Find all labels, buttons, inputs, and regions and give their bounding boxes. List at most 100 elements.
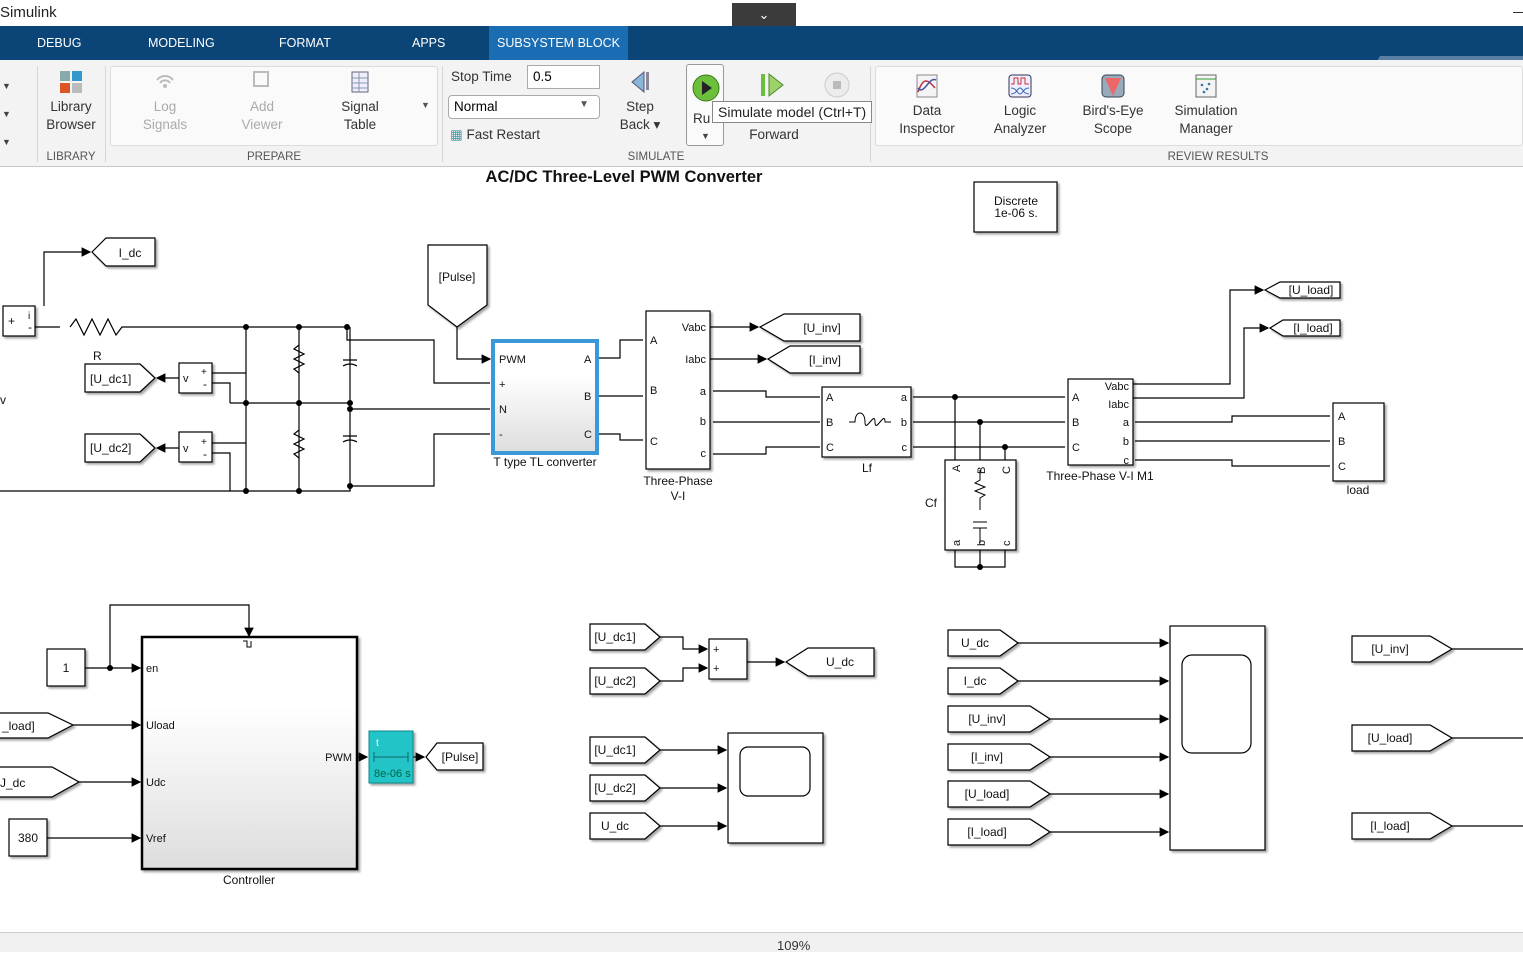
gallery-expand-arrow[interactable]: ▼ bbox=[421, 100, 430, 110]
diagram-label: B bbox=[1072, 417, 1079, 429]
tab-apps[interactable]: APPS bbox=[404, 26, 453, 60]
diagram-label: C bbox=[584, 429, 592, 441]
chevron-down-icon[interactable]: ⌄ bbox=[732, 3, 796, 27]
diagram-label: B bbox=[976, 467, 988, 474]
diagram-label: a bbox=[901, 392, 908, 404]
chevron-down-icon: ▼ bbox=[579, 99, 589, 110]
fast-restart-button[interactable]: ▦ Fast Restart bbox=[450, 127, 540, 143]
diagram-label: Cf bbox=[925, 496, 938, 510]
diagram-label: C bbox=[1072, 442, 1080, 454]
diagram-label: [I_inv] bbox=[809, 353, 841, 367]
diagram-label: [U_inv] bbox=[803, 321, 840, 335]
diagram-label: C bbox=[1338, 461, 1346, 473]
tab-format[interactable]: FORMAT bbox=[271, 26, 339, 60]
lf-block bbox=[821, 386, 912, 458]
log-signals-icon bbox=[156, 75, 174, 88]
diagram-label: en bbox=[146, 663, 158, 675]
diagram-label: U_dc bbox=[601, 819, 629, 833]
library-browser-button[interactable]: Library Browser bbox=[44, 70, 98, 134]
step-forward-button[interactable]: Forward bbox=[745, 126, 803, 144]
logic-analyzer-button[interactable]: Logic Analyzer bbox=[987, 74, 1053, 138]
library-icon bbox=[60, 71, 82, 93]
diagram-label: Vref bbox=[146, 833, 167, 845]
diagram-label: [U_load] bbox=[1289, 283, 1334, 297]
stop-time-label: Stop Time bbox=[451, 69, 512, 84]
diagram-label: [U_dc1] bbox=[594, 630, 635, 644]
diagram-label: a bbox=[951, 539, 963, 546]
diagram-label: v bbox=[0, 393, 6, 407]
diagram-label: [U_dc2] bbox=[90, 441, 131, 455]
diagram-label: Uload bbox=[146, 720, 175, 732]
diagram-label: Udc bbox=[146, 777, 166, 789]
log-signals-button[interactable]: Log Signals bbox=[140, 70, 190, 134]
diagram-label: Vabc bbox=[1105, 381, 1130, 393]
run-tooltip: Simulate model (Ctrl+T) bbox=[712, 101, 873, 123]
diagram-label: 8e-06 s bbox=[374, 768, 411, 780]
simulation-manager-button[interactable]: Simulation Manager bbox=[1168, 74, 1244, 138]
ribbon-tabs: DEBUG MODELING FORMAT APPS SUBSYSTEM BLO… bbox=[0, 26, 1523, 82]
diagram-label: + bbox=[499, 379, 505, 391]
logic-analyzer-icon bbox=[1008, 74, 1032, 98]
viewer-icon bbox=[253, 71, 269, 87]
diagram-label: b bbox=[700, 416, 706, 428]
diagram-label: Three-Phase V-I M1 bbox=[1046, 469, 1154, 483]
diagram-label: C bbox=[1001, 466, 1013, 474]
birds-eye-scope-button[interactable]: Bird's-Eye Scope bbox=[1078, 74, 1148, 138]
diagram-label: a bbox=[1123, 417, 1130, 429]
group-label-review-results: REVIEW RESULTS bbox=[1167, 151, 1269, 163]
diagram-label: U_dc bbox=[826, 655, 854, 669]
step-back-icon bbox=[631, 70, 649, 94]
minimize-button[interactable] bbox=[1513, 12, 1523, 13]
step-back-button[interactable]: Step Back ▾ bbox=[615, 70, 665, 134]
stop-time-input[interactable]: 0.5 bbox=[527, 65, 600, 89]
diagram-label: + bbox=[8, 314, 15, 328]
birds-eye-icon bbox=[1101, 74, 1125, 98]
diagram-label: J_dc bbox=[0, 776, 25, 790]
diagram-label: - bbox=[28, 320, 32, 334]
diagram-label: Lf bbox=[862, 461, 873, 475]
diagram-label: - bbox=[499, 429, 503, 441]
diagram-label: Controller bbox=[223, 873, 275, 887]
tab-modeling[interactable]: MODELING bbox=[140, 26, 223, 60]
model-canvas[interactable]: AC/DC Three-Level PWM Converter Discrete… bbox=[0, 168, 1523, 932]
diagram-label: b bbox=[976, 540, 988, 546]
status-bar: 109% bbox=[0, 932, 1523, 953]
diagram-label: PWM bbox=[325, 752, 352, 764]
diagram-label: [U_load] bbox=[1368, 731, 1413, 745]
collapsed-group-arrows[interactable]: ▼ ▼ ▼ bbox=[2, 72, 11, 156]
diagram-label: [U_dc2] bbox=[594, 674, 635, 688]
diagram-label: Three-Phase bbox=[643, 474, 713, 488]
diagram-label: c bbox=[701, 448, 707, 460]
diagram-label: B bbox=[826, 417, 833, 429]
diagram-label: A bbox=[951, 464, 963, 472]
signal-table-button[interactable]: Signal Table bbox=[335, 70, 385, 134]
tab-debug[interactable]: DEBUG bbox=[29, 26, 89, 60]
diagram-label: [U_inv] bbox=[968, 712, 1005, 726]
diagram-label: B bbox=[650, 385, 657, 397]
zoom-level[interactable]: 109% bbox=[777, 938, 810, 953]
diagram-label: load bbox=[1347, 483, 1370, 497]
diagram-label: R bbox=[93, 349, 102, 363]
simulation-mode-select[interactable]: Normal ▼ bbox=[448, 95, 600, 119]
stop-icon[interactable] bbox=[822, 72, 852, 100]
diagram-label: A bbox=[650, 335, 658, 347]
group-label-simulate: SIMULATE bbox=[627, 151, 685, 163]
simulation-manager-icon bbox=[1195, 74, 1217, 98]
tab-subsystem-block[interactable]: SUBSYSTEM BLOCK bbox=[489, 26, 628, 60]
diagram-label: [U_dc1] bbox=[90, 372, 131, 386]
step-forward-icon[interactable] bbox=[758, 72, 788, 100]
diagram-label: [Pulse] bbox=[442, 750, 479, 764]
data-inspector-button[interactable]: Data Inspector bbox=[894, 74, 960, 138]
diagram-label: + bbox=[713, 644, 719, 656]
diagram-label: 1 bbox=[63, 661, 70, 675]
diagram-label: [U_dc2] bbox=[594, 781, 635, 795]
diagram-label: c bbox=[1124, 455, 1130, 467]
block-diagram: AC/DC Three-Level PWM Converter Discrete… bbox=[0, 168, 1523, 887]
diagram-label: Vabc bbox=[682, 322, 707, 334]
group-label-prepare: PREPARE bbox=[246, 151, 302, 163]
chevron-down-icon[interactable]: ▼ bbox=[701, 131, 710, 141]
diagram-label: V-I bbox=[671, 489, 686, 503]
add-viewer-button[interactable]: Add Viewer bbox=[237, 70, 287, 134]
diagram-label: a bbox=[700, 386, 707, 398]
diagram-label: c bbox=[1001, 540, 1013, 546]
